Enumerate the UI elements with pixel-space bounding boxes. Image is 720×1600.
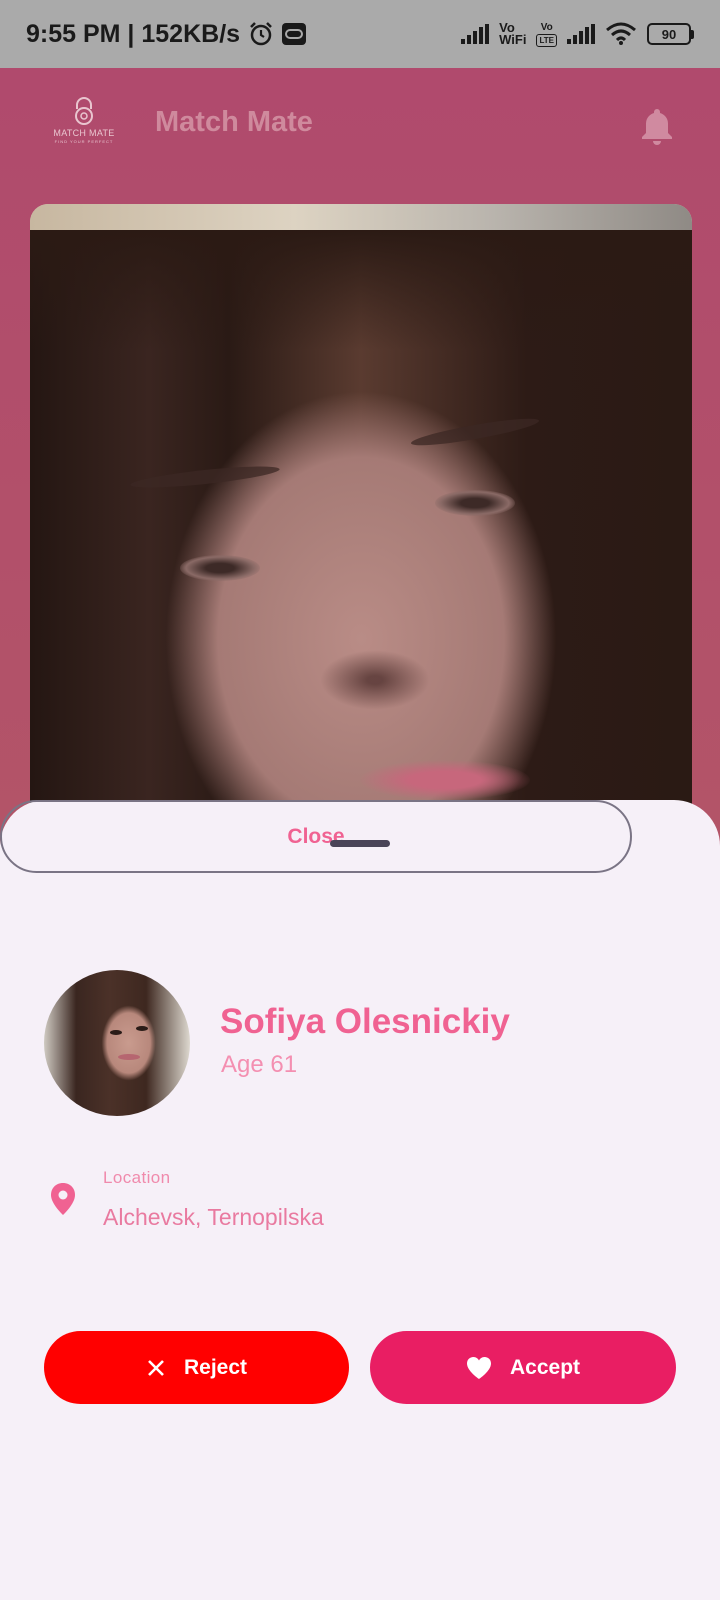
notification-bell-icon[interactable] (640, 106, 674, 146)
close-button[interactable]: Close (0, 800, 632, 873)
sheet-drag-handle[interactable] (330, 840, 390, 847)
close-icon (148, 1359, 164, 1376)
logo-lock-icon (75, 97, 93, 125)
wifi-icon (606, 22, 636, 45)
app-header: MATCH MATE FIND YOUR PERFECT Match Mate (0, 68, 720, 188)
battery-icon: 90 (647, 23, 694, 45)
heart-icon (466, 1356, 491, 1379)
status-left: 9:55 PM | 152KB/s (26, 19, 307, 49)
status-bar: 9:55 PM | 152KB/s Vo WiFi Vo LTE 90 (0, 0, 720, 68)
logo-text: MATCH MATE (53, 128, 115, 138)
logo-subtext: FIND YOUR PERFECT (54, 139, 114, 144)
profile-age: Age 61 (221, 1051, 298, 1078)
accept-label: Accept (509, 1355, 581, 1379)
location-pin-icon (51, 1183, 75, 1215)
location-value: Alchevsk, Ternopilska (103, 1204, 324, 1230)
volte-top: Vo (540, 21, 553, 33)
avatar (44, 970, 190, 1116)
reject-button[interactable]: Reject (44, 1331, 349, 1404)
photo-background-strip (30, 204, 692, 230)
profile-photo-card[interactable] (30, 204, 692, 884)
vowifi-indicator: Vo WiFi (499, 21, 527, 47)
battery-level: 90 (661, 26, 677, 42)
volte-indicator: Vo LTE (536, 22, 557, 47)
location-label: Location (103, 1168, 171, 1187)
vowifi-bottom: WiFi (499, 32, 527, 47)
cellular-signal-2-icon (567, 24, 595, 44)
volte-bottom: LTE (536, 33, 557, 47)
accept-button[interactable]: Accept (370, 1331, 676, 1404)
app-logo: MATCH MATE FIND YOUR PERFECT (48, 96, 120, 168)
status-time-speed: 9:55 PM | 152KB/s (26, 19, 241, 48)
profile-name: Sofiya Olesnickiy (220, 1002, 510, 1041)
status-right: Vo WiFi Vo LTE 90 (461, 21, 694, 47)
reject-label: Reject (183, 1355, 248, 1379)
alarm-icon (250, 22, 272, 46)
app-title: Match Mate (155, 106, 313, 138)
cellular-signal-icon (461, 24, 490, 44)
profile-bottom-sheet: Sofiya Olesnickiy Age 61 Location Alchev… (0, 800, 720, 1600)
profile-photo (30, 230, 692, 884)
data-saver-icon (282, 23, 307, 45)
